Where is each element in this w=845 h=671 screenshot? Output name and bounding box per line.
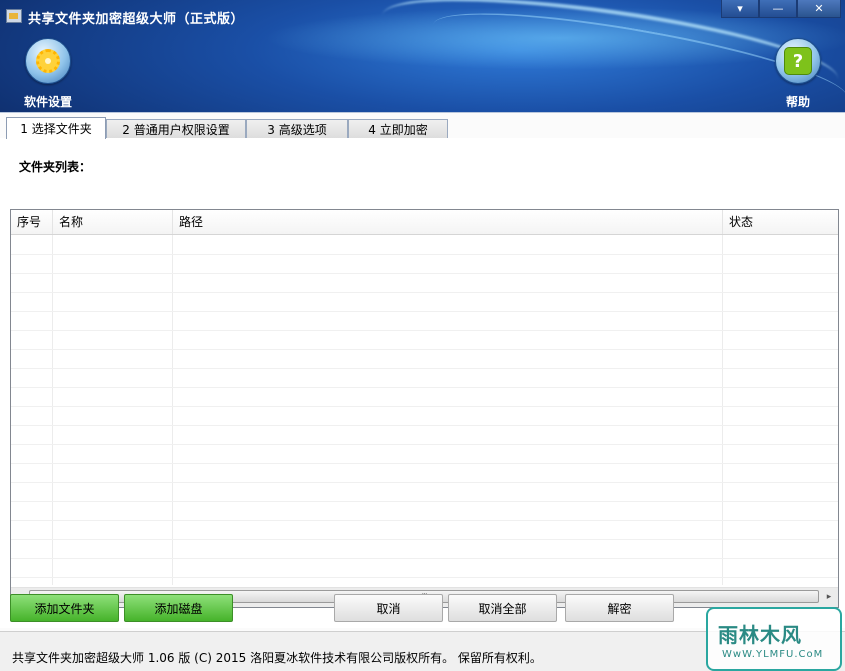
watermark-logo: 雨林木风 WwW.YLMFU.CoM (706, 607, 842, 671)
help-icon-circle: ? (775, 38, 821, 84)
row-gridline (11, 501, 838, 502)
add-disk-button[interactable]: 添加磁盘 (124, 594, 233, 622)
client-area: 1 选择文件夹 2 普通用户权限设置 3 高级选项 4 立即加密 文件夹列表： … (0, 112, 845, 671)
help-icon: ? (784, 47, 812, 75)
row-gridline (11, 463, 838, 464)
row-gridline (11, 577, 838, 578)
decrypt-button[interactable]: 解密 (565, 594, 674, 622)
settings-label: 软件设置 (23, 95, 72, 109)
row-gridline (11, 558, 838, 559)
watermark-url: WwW.YLMFU.CoM (722, 649, 824, 660)
column-header-status[interactable]: 状态 (723, 210, 838, 234)
list-rows-area[interactable] (11, 235, 838, 585)
close-button[interactable]: ✕ (797, 0, 841, 18)
title-banner: 共享文件夹加密超级大师（正式版） ▾ — ✕ 软件设置 ? 帮助 (0, 0, 845, 128)
row-gridline (11, 539, 838, 540)
column-header-name[interactable]: 名称 (53, 210, 173, 234)
folder-list-view[interactable]: 序号 名称 路径 状态 ▸ (10, 209, 839, 608)
watermark-title: 雨林木风 (718, 623, 802, 647)
app-icon (6, 9, 22, 23)
row-gridline (11, 425, 838, 426)
row-gridline (11, 292, 838, 293)
column-header-path[interactable]: 路径 (173, 210, 723, 234)
cancel-all-button[interactable]: 取消全部 (448, 594, 557, 622)
folder-list-title: 文件夹列表： (19, 160, 92, 174)
window-title: 共享文件夹加密超级大师（正式版） (28, 12, 245, 27)
tab-user-permissions[interactable]: 2 普通用户权限设置 (106, 119, 246, 139)
row-gridline (11, 387, 838, 388)
minimize-button[interactable]: — (759, 0, 797, 18)
copyright-text: 共享文件夹加密超级大师 1.06 版 (C) 2015 洛阳夏冰软件技术有限公司… (12, 651, 542, 665)
row-gridline (11, 349, 838, 350)
tab-select-folder[interactable]: 1 选择文件夹 (6, 117, 106, 139)
column-gridline (52, 235, 53, 585)
row-gridline (11, 254, 838, 255)
list-header: 序号 名称 路径 状态 (11, 210, 838, 235)
menu-dropdown-button[interactable]: ▾ (721, 0, 759, 18)
row-gridline (11, 482, 838, 483)
add-folder-button[interactable]: 添加文件夹 (10, 594, 119, 622)
column-header-index[interactable]: 序号 (11, 210, 53, 234)
column-gridline (722, 235, 723, 585)
app-window: 共享文件夹加密超级大师（正式版） ▾ — ✕ 软件设置 ? 帮助 1 选择文件夹… (0, 0, 845, 671)
help-button[interactable]: ? 帮助 (768, 38, 828, 110)
tab-encrypt-now[interactable]: 4 立即加密 (348, 119, 448, 139)
row-gridline (11, 444, 838, 445)
gear-icon (36, 49, 60, 73)
scroll-right-icon[interactable]: ▸ (822, 590, 836, 604)
tab-panel-select-folder: 文件夹列表： 序号 名称 路径 状态 ▸ (0, 138, 845, 628)
help-label: 帮助 (785, 95, 810, 109)
row-gridline (11, 273, 838, 274)
row-gridline (11, 406, 838, 407)
row-gridline (11, 368, 838, 369)
settings-icon-circle (25, 38, 71, 84)
tab-strip: 1 选择文件夹 2 普通用户权限设置 3 高级选项 4 立即加密 (6, 117, 448, 139)
settings-button[interactable]: 软件设置 (14, 38, 82, 110)
tab-advanced-options[interactable]: 3 高级选项 (246, 119, 348, 139)
row-gridline (11, 330, 838, 331)
cancel-button[interactable]: 取消 (334, 594, 443, 622)
row-gridline (11, 520, 838, 521)
row-gridline (11, 311, 838, 312)
window-controls: ▾ — ✕ (721, 0, 841, 18)
column-gridline (172, 235, 173, 585)
